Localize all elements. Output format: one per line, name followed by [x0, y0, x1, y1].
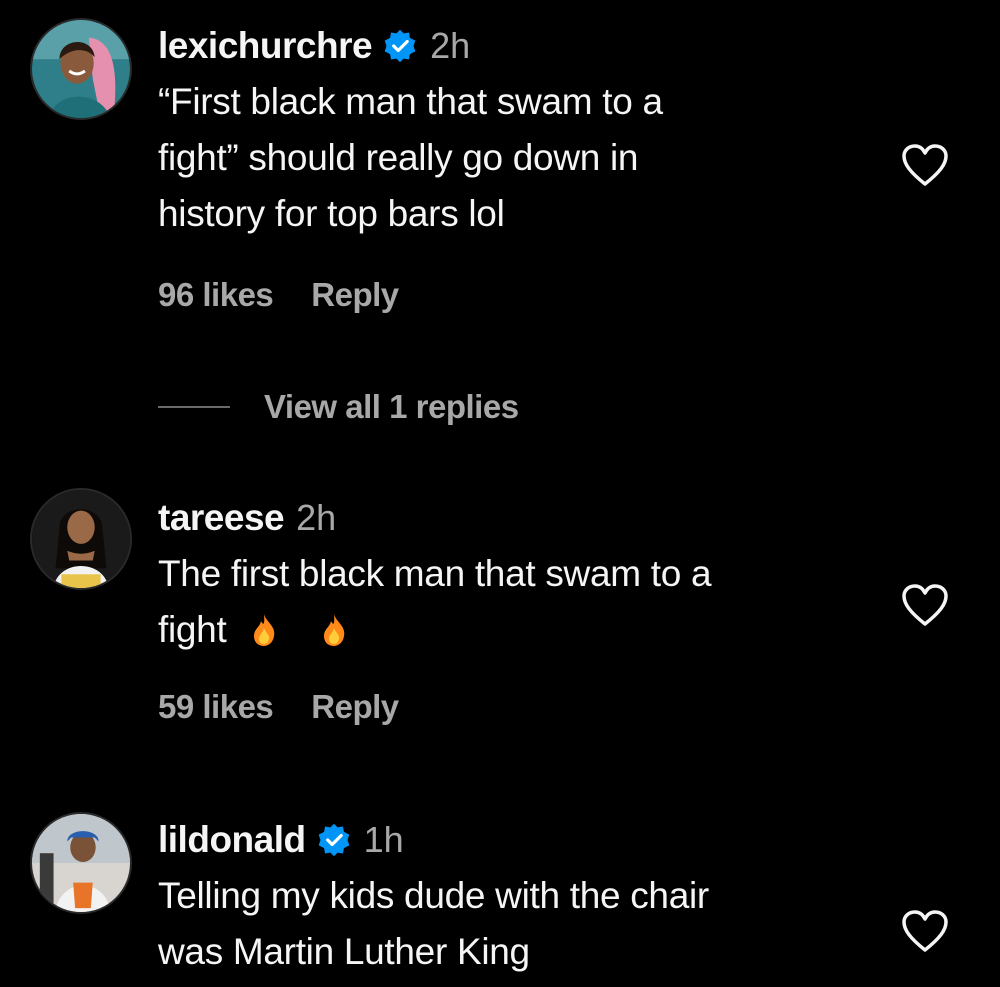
username[interactable]: lexichurchre	[158, 24, 373, 68]
avatar[interactable]	[30, 812, 132, 914]
likes-count[interactable]: 59 likes	[158, 688, 274, 726]
username[interactable]: tareese	[158, 496, 285, 540]
verified-badge-icon	[382, 28, 418, 64]
likes-count[interactable]: 96 likes	[158, 276, 274, 314]
heart-outline-icon[interactable]	[900, 142, 950, 188]
comment-text: The first black man that swam to a fight	[158, 546, 850, 658]
comment-text-line: The first black man that swam to a	[158, 553, 712, 594]
timestamp: 2h	[296, 497, 337, 538]
timestamp: 1h	[363, 819, 404, 860]
reply-button[interactable]: Reply	[311, 276, 399, 314]
divider	[158, 406, 230, 408]
view-replies-button[interactable]: View all 1 replies	[158, 388, 519, 426]
username[interactable]: lildonald	[158, 818, 306, 862]
view-replies-label[interactable]: View all 1 replies	[264, 388, 519, 426]
comment-text-line: fight	[158, 602, 850, 658]
timestamp: 2h	[430, 25, 471, 66]
comment-text-line: fight” should really go down in	[158, 137, 639, 178]
fire-emoji-icon	[320, 612, 348, 648]
heart-outline-icon[interactable]	[900, 908, 950, 954]
comment-text-line: “First black man that swam to a	[158, 81, 663, 122]
comment-text-line: Telling my kids dude with the chair	[158, 875, 709, 916]
comment-text-line: was Martin Luther King	[158, 931, 530, 972]
comment-text-word: fight	[158, 609, 227, 650]
verified-badge-icon	[316, 822, 352, 858]
heart-outline-icon[interactable]	[900, 582, 950, 628]
comment-text: Telling my kids dude with the chair was …	[158, 868, 850, 980]
avatar[interactable]	[30, 488, 132, 590]
reply-button[interactable]: Reply	[311, 688, 399, 726]
avatar[interactable]	[30, 18, 132, 120]
comment-text: “First black man that swam to a fight” s…	[158, 74, 850, 242]
fire-emoji-icon	[250, 612, 278, 648]
comment-text-line: history for top bars lol	[158, 193, 505, 234]
